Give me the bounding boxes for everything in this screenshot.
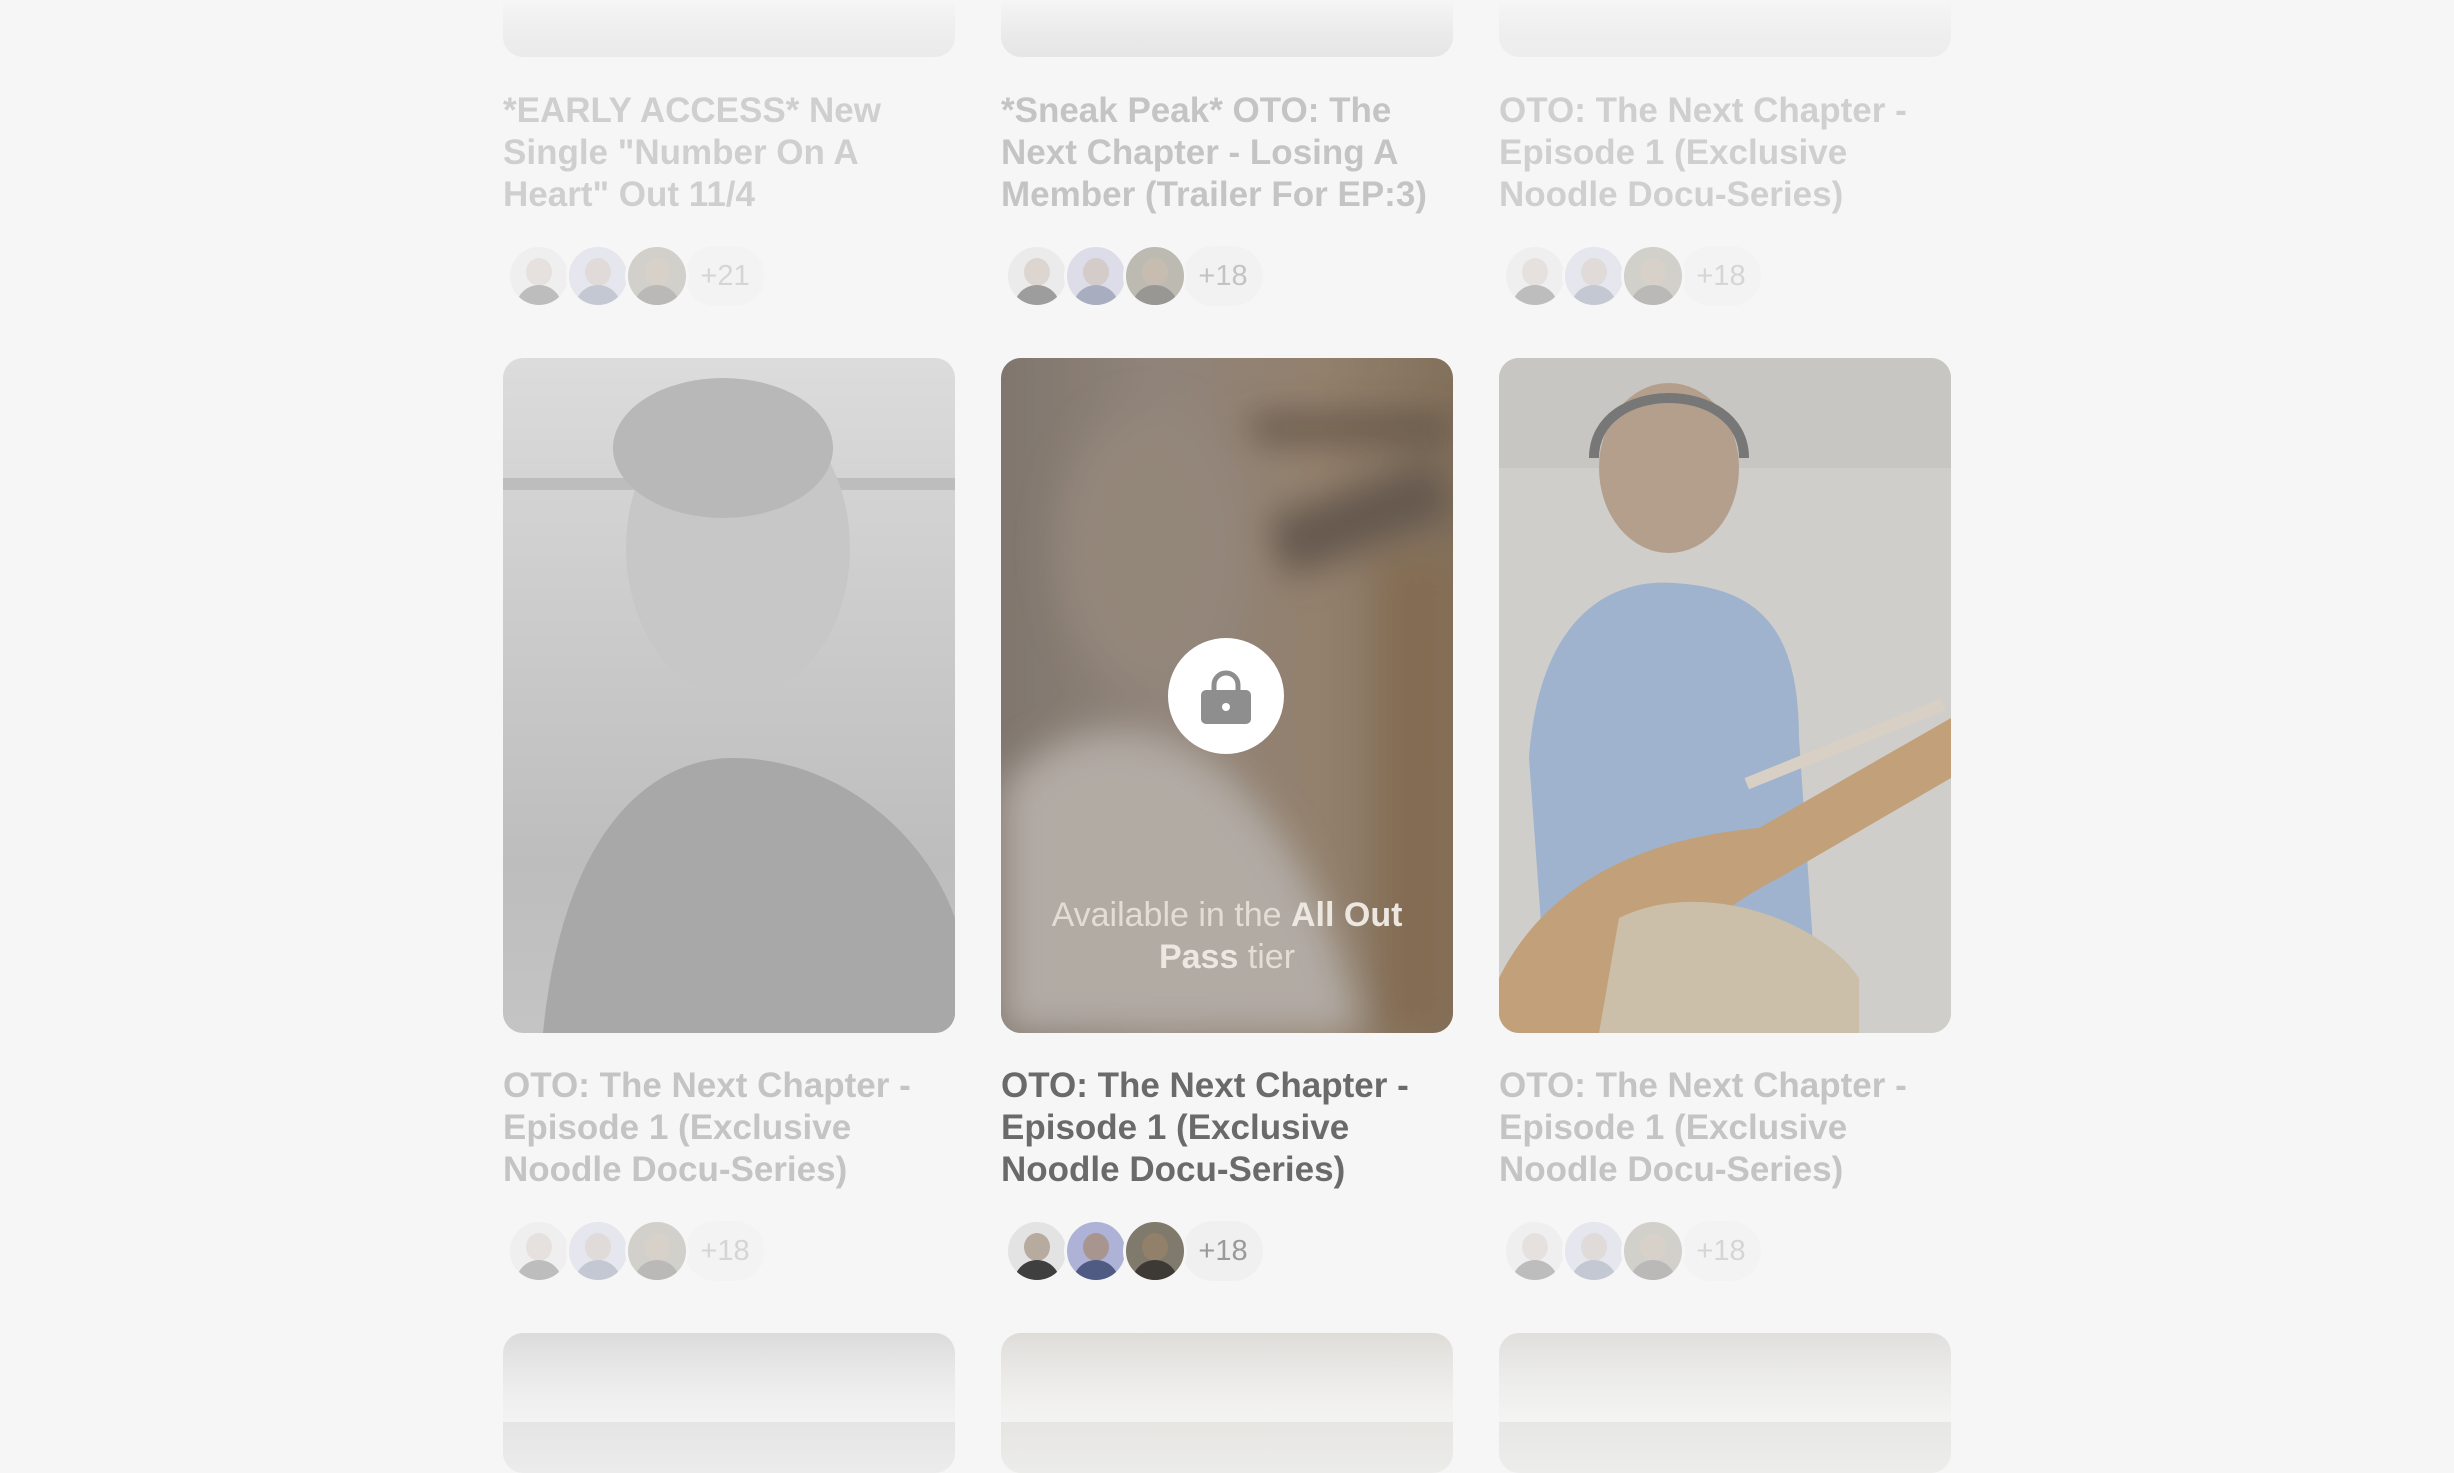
participant-count: +18	[1183, 1221, 1263, 1281]
avatar	[1621, 244, 1685, 308]
participants: +21	[507, 244, 765, 308]
lock-icon	[1201, 670, 1251, 724]
avatar	[1123, 1219, 1187, 1283]
avatar	[1503, 1219, 1567, 1283]
participants: +18	[1005, 244, 1263, 308]
avatar	[1005, 1219, 1069, 1283]
participants: +18	[1503, 244, 1761, 308]
avatar	[1064, 244, 1128, 308]
avatar	[1562, 244, 1626, 308]
participants: +18	[1503, 1219, 1761, 1283]
participant-count: +18	[1183, 246, 1263, 306]
avatar	[566, 1219, 630, 1283]
tier-notice-prefix: Available in the	[1051, 896, 1291, 934]
avatar	[625, 1219, 689, 1283]
video-thumbnail[interactable]	[1499, 0, 1951, 57]
video-title[interactable]: *Sneak Peak* OTO: The Next Chapter - Los…	[1001, 90, 1453, 216]
video-title[interactable]: *EARLY ACCESS* New Single "Number On A H…	[503, 90, 955, 216]
video-thumbnail[interactable]	[1499, 358, 1951, 1033]
avatar	[1562, 1219, 1626, 1283]
video-thumbnail[interactable]	[503, 358, 955, 1033]
video-thumbnail[interactable]	[1001, 0, 1453, 57]
avatar	[1005, 244, 1069, 308]
participants: +18	[1005, 1219, 1263, 1283]
avatar	[1621, 1219, 1685, 1283]
thumbnail-image	[503, 378, 955, 1033]
avatar	[1064, 1219, 1128, 1283]
participants: +18	[507, 1219, 765, 1283]
participant-count: +18	[1681, 1221, 1761, 1281]
avatar	[1123, 244, 1187, 308]
participant-count: +18	[685, 1221, 765, 1281]
avatar	[507, 1219, 571, 1283]
video-thumbnail[interactable]	[503, 1333, 955, 1473]
video-thumbnail[interactable]	[503, 0, 955, 57]
video-thumbnail[interactable]: Available in the All Out Pass tier	[1001, 358, 1453, 1033]
video-title[interactable]: OTO: The Next Chapter - Episode 1 (Exclu…	[1499, 90, 1951, 216]
lock-button[interactable]	[1168, 638, 1284, 754]
video-thumbnail[interactable]	[1499, 1333, 1951, 1473]
tier-notice-suffix: tier	[1238, 938, 1296, 976]
tier-notice: Available in the All Out Pass tier	[1041, 894, 1413, 978]
thumbnail-image	[1499, 358, 1951, 1033]
avatar	[625, 244, 689, 308]
participant-count: +18	[1681, 246, 1761, 306]
participant-count: +21	[685, 246, 765, 306]
avatar	[507, 244, 571, 308]
video-title[interactable]: OTO: The Next Chapter - Episode 1 (Exclu…	[503, 1065, 955, 1191]
avatar	[566, 244, 630, 308]
video-thumbnail[interactable]	[1001, 1333, 1453, 1473]
avatar	[1503, 244, 1567, 308]
video-title[interactable]: OTO: The Next Chapter - Episode 1 (Exclu…	[1499, 1065, 1951, 1191]
video-title[interactable]: OTO: The Next Chapter - Episode 1 (Exclu…	[1001, 1065, 1453, 1191]
